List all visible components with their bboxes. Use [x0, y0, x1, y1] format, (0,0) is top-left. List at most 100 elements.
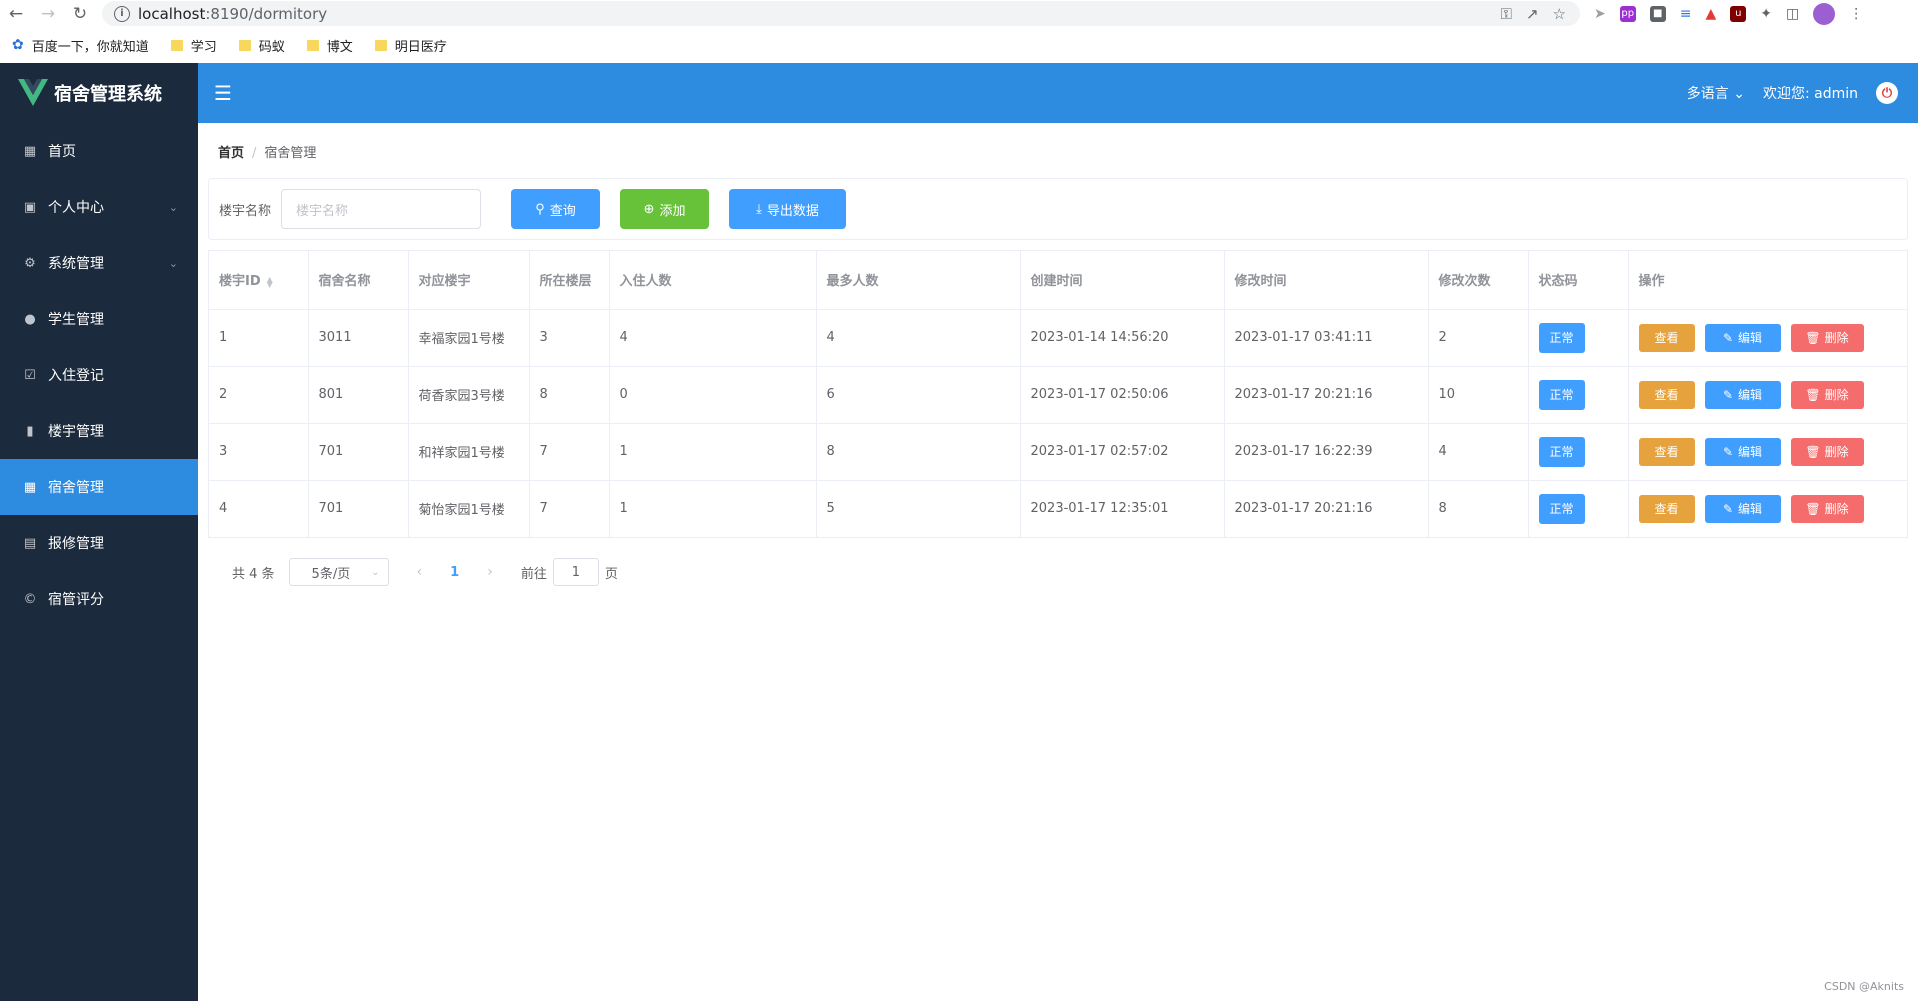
cell-name: 801: [308, 366, 409, 424]
view-button[interactable]: 查看: [1638, 437, 1695, 466]
key-icon[interactable]: ⚿: [1501, 5, 1512, 23]
share-icon[interactable]: ↗: [1526, 5, 1539, 23]
language-dropdown[interactable]: 多语言: [1687, 83, 1745, 103]
app-logo: 宿舍管理系统: [0, 63, 198, 123]
cell-created: 2023-01-17 02:57:02: [1020, 423, 1225, 481]
address-bar[interactable]: i localhost:8190/dormitory ⚿ ↗ ☆: [102, 1, 1580, 26]
reload-icon[interactable]: ↻: [64, 0, 96, 27]
pencil-icon: ✎: [1722, 387, 1734, 402]
gear-icon: ⚙: [24, 255, 36, 271]
bookmark-baidu[interactable]: ✿ 百度一下，你就知道: [12, 36, 149, 55]
add-button[interactable]: ⊕ 添加: [620, 189, 710, 229]
sidebar-item-label: 学生管理: [48, 312, 104, 328]
sidebar-item-rating[interactable]: © 宿管评分: [0, 571, 198, 627]
cell-id: 2: [209, 366, 309, 424]
next-page-icon[interactable]: ›: [487, 564, 493, 580]
main-content: 首页 / 宿舍管理 楼宇名称 楼宇名称 ⚲ 查询 ⊕ 添加 ⤓ 导出数据 楼宇ID ▲: [198, 123, 1918, 1001]
collapse-menu-icon[interactable]: ☰: [214, 81, 232, 105]
sidebar-item-repairs[interactable]: ▤ 报修管理: [0, 515, 198, 571]
cell-created: 2023-01-14 14:56:20: [1020, 309, 1225, 367]
building-name-input[interactable]: 楼宇名称: [281, 189, 482, 229]
kebab-menu-icon[interactable]: ⋮: [1849, 6, 1863, 22]
page-size-select[interactable]: 5条/页 ⌄: [288, 558, 389, 586]
puzzle-icon[interactable]: ✦: [1760, 6, 1772, 22]
folder-icon: [306, 39, 319, 51]
sidebar-item-label: 宿舍管理: [48, 480, 104, 496]
bar-chart-icon: ▮: [26, 423, 34, 439]
logout-power-icon[interactable]: ⏻: [1876, 82, 1898, 104]
delete-button[interactable]: 🗑 删除: [1790, 323, 1864, 352]
bookmark-bowen[interactable]: 博文: [306, 36, 353, 55]
cell-max: 5: [816, 480, 1021, 537]
edit-button[interactable]: ✎ 编辑: [1704, 380, 1781, 409]
gamepad-extension-icon[interactable]: ■: [1649, 5, 1666, 22]
cell-building: 和祥家园1号楼: [408, 423, 530, 481]
view-button[interactable]: 查看: [1638, 380, 1695, 409]
star-icon[interactable]: ☆: [1553, 5, 1566, 23]
delete-button[interactable]: 🗑 删除: [1790, 437, 1864, 466]
status-badge: 正常: [1538, 379, 1585, 410]
trash-icon: 🗑: [1805, 330, 1821, 345]
cell-max: 4: [816, 309, 1021, 367]
ublock-extension-icon[interactable]: u: [1730, 5, 1747, 22]
sidebar-item-home[interactable]: ▦ 首页: [0, 123, 198, 179]
goto-suffix: 页: [604, 566, 618, 582]
layers-extension-icon[interactable]: ≡: [1680, 6, 1692, 22]
csdn-extension-icon[interactable]: ▲: [1705, 6, 1716, 22]
query-button-label: 查询: [549, 202, 576, 218]
cell-id: 4: [209, 480, 309, 537]
query-button[interactable]: ⚲ 查询: [511, 189, 601, 229]
bookmark-mingri[interactable]: 明日医疗: [374, 36, 447, 55]
cursor-extension-icon[interactable]: ➤: [1594, 6, 1606, 22]
bookmark-mayi[interactable]: 码蚁: [238, 36, 285, 55]
prev-page-icon[interactable]: ‹: [417, 564, 423, 580]
edit-button[interactable]: ✎ 编辑: [1704, 494, 1781, 523]
chevron-down-icon: ⌄: [371, 566, 380, 578]
column-header: 状态码: [1528, 251, 1629, 310]
sidebar-item-personal-center[interactable]: ▣ 个人中心 ⌄: [0, 179, 198, 235]
status-badge: 正常: [1538, 436, 1585, 467]
goto-page-input[interactable]: 1: [552, 558, 599, 586]
edit-button[interactable]: ✎ 编辑: [1704, 437, 1781, 466]
cell-modified: 2023-01-17 16:22:39: [1224, 423, 1429, 481]
sidebar-item-buildings[interactable]: ▮ 楼宇管理: [0, 403, 198, 459]
pencil-icon: ✎: [1722, 501, 1734, 516]
sidebar-item-system[interactable]: ⚙ 系统管理 ⌄: [0, 235, 198, 291]
forward-arrow-icon[interactable]: →: [32, 0, 64, 27]
column-header: 创建时间: [1020, 251, 1225, 310]
table-header-row: 楼宇ID ▲ ▼ 宿舍名称 对应楼宇 所在楼层 入住人数 最多人数 创建时间 修改时…: [209, 251, 1907, 310]
site-info-icon[interactable]: i: [114, 5, 130, 22]
delete-button[interactable]: 🗑 删除: [1790, 494, 1864, 523]
view-button[interactable]: 查看: [1638, 323, 1695, 352]
sidebar-item-checkin[interactable]: ☑ 入住登记: [0, 347, 198, 403]
sidebar-item-dormitory[interactable]: ▦ 宿舍管理: [0, 459, 198, 515]
chevron-down-icon: ⌄: [168, 200, 178, 214]
cell-floor: 7: [529, 480, 610, 537]
bookmarks-bar: ✿ 百度一下，你就知道 学习 码蚁 博文 明日医疗: [0, 27, 1918, 63]
back-arrow-icon[interactable]: ←: [0, 0, 32, 27]
pp-extension-icon[interactable]: pp: [1619, 5, 1636, 22]
delete-button[interactable]: 🗑 删除: [1790, 380, 1864, 409]
app-title: 宿舍管理系统: [54, 84, 162, 105]
page-number-current[interactable]: 1: [450, 565, 459, 580]
sidebar-item-students[interactable]: ● 学生管理: [0, 291, 198, 347]
column-header[interactable]: 楼宇ID ▲ ▼: [209, 251, 309, 310]
view-button[interactable]: 查看: [1638, 494, 1695, 523]
sidebar-item-label: 入住登记: [48, 368, 104, 384]
breadcrumb-home[interactable]: 首页: [218, 146, 244, 161]
sidebar: 宿舍管理系统 ▦ 首页 ▣ 个人中心 ⌄ ⚙ 系统管理 ⌄ ● 学生管理 ☑ 入…: [0, 63, 198, 1001]
cell-floor: 3: [529, 309, 610, 367]
cell-modified: 2023-01-17 20:21:16: [1224, 480, 1429, 537]
bookmark-study[interactable]: 学习: [170, 36, 217, 55]
trash-icon: 🗑: [1805, 501, 1821, 516]
export-button[interactable]: ⤓ 导出数据: [729, 189, 847, 229]
sidebar-item-label: 报修管理: [48, 536, 104, 552]
status-badge: 正常: [1538, 493, 1585, 524]
side-panel-icon[interactable]: ◫: [1786, 6, 1799, 22]
edit-button[interactable]: ✎ 编辑: [1704, 323, 1781, 352]
column-header: 操作: [1628, 251, 1907, 310]
profile-avatar[interactable]: [1813, 2, 1836, 25]
url-path: :8190/dormitory: [205, 4, 328, 23]
bookmark-label: 博文: [326, 39, 353, 55]
sort-caret-icon[interactable]: ▲ ▼: [267, 275, 273, 288]
